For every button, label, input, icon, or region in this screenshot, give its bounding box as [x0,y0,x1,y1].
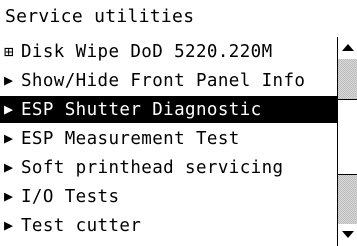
menu-item-io-tests[interactable]: ▶ I/O Tests [0,182,337,211]
scroll-down-arrow-icon [342,231,354,238]
menu-item-label: I/O Tests [21,186,120,207]
scroll-up-button[interactable] [337,37,357,59]
scroll-down-button[interactable] [337,224,357,246]
right-triangle-icon: ▶ [4,216,14,234]
scroll-thumb[interactable] [338,99,357,175]
page-title: Service utilities [5,6,195,27]
menu-item-disk-wipe[interactable]: ⊞ Disk Wipe DoD 5220.220M [0,37,337,66]
vertical-scrollbar[interactable] [337,37,357,246]
menu-item-label: Show/Hide Front Panel Info [21,70,306,91]
service-utilities-menu: ⊞ Disk Wipe DoD 5220.220M ▶ Show/Hide Fr… [0,37,337,246]
menu-item-label: ESP Measurement Test [21,128,240,149]
menu-item-esp-shutter-diagnostic[interactable]: ▶ ESP Shutter Diagnostic [0,96,337,123]
menu-item-label: ESP Shutter Diagnostic [21,99,262,120]
menu-item-label: Test cutter [21,215,142,236]
menu-item-label: Disk Wipe DoD 5220.220M [21,41,273,62]
menu-item-test-cutter[interactable]: ▶ Test cutter [0,211,337,240]
right-triangle-icon: ▶ [4,158,14,176]
menu-item-label: Soft printhead servicing [21,157,284,178]
menu-item-esp-measurement-test[interactable]: ▶ ESP Measurement Test [0,124,337,153]
expandable-box-icon: ⊞ [4,41,15,61]
menu-item-show-hide-front-panel-info[interactable]: ▶ Show/Hide Front Panel Info [0,66,337,95]
scroll-up-arrow-icon [342,44,354,51]
right-triangle-icon: ▶ [4,129,14,147]
right-triangle-icon: ▶ [4,100,14,118]
menu-item-soft-printhead-servicing[interactable]: ▶ Soft printhead servicing [0,153,337,182]
right-triangle-icon: ▶ [4,71,14,89]
right-triangle-icon: ▶ [4,187,14,205]
scroll-track[interactable] [337,59,357,224]
